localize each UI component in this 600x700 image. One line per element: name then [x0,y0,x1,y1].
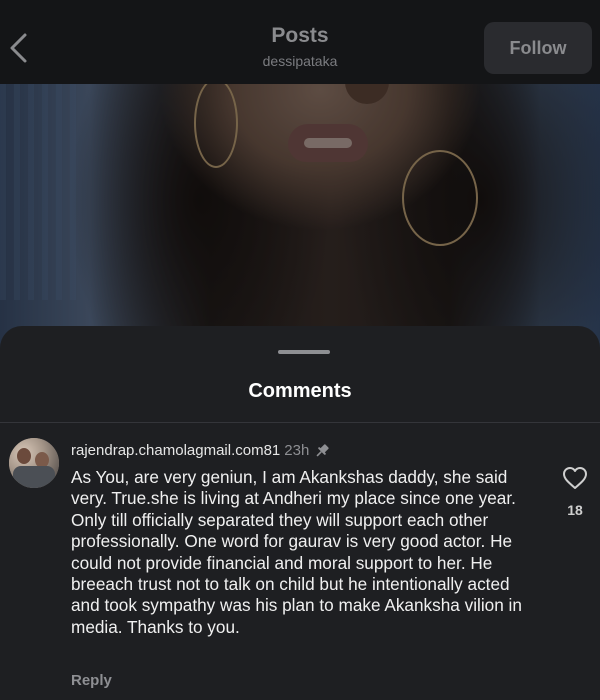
comment-meta: rajendrap.chamolagmail.com81 23h [71,442,541,459]
page-title: Posts [271,24,329,47]
comment-time: 23h [284,442,310,459]
follow-button[interactable]: Follow [484,22,592,74]
comment-text: As You, are very geniun, I am Akankshas … [71,467,522,637]
comments-title: Comments [248,380,352,402]
page-subtitle-username[interactable]: dessipataka [200,53,400,69]
reply-button[interactable]: Reply [71,672,112,689]
like-count: 18 [567,502,583,518]
comment-username[interactable]: rajendrap.chamolagmail.com81 [71,442,280,459]
header-title-group: Posts dessipataka [200,24,400,69]
top-bar: Posts dessipataka Follow [0,0,600,84]
avatar[interactable] [9,438,59,488]
divider [0,422,600,423]
pin-icon [313,443,331,459]
like-button[interactable]: 18 [560,466,590,518]
heart-icon [563,467,587,489]
comments-sheet: Comments rajendrap.chamolagmail.com81 23… [0,326,600,700]
back-button[interactable] [2,28,34,68]
chevron-left-icon [10,33,27,63]
comment: rajendrap.chamolagmail.com81 23h As You,… [71,442,541,638]
sheet-drag-handle[interactable] [278,350,330,354]
